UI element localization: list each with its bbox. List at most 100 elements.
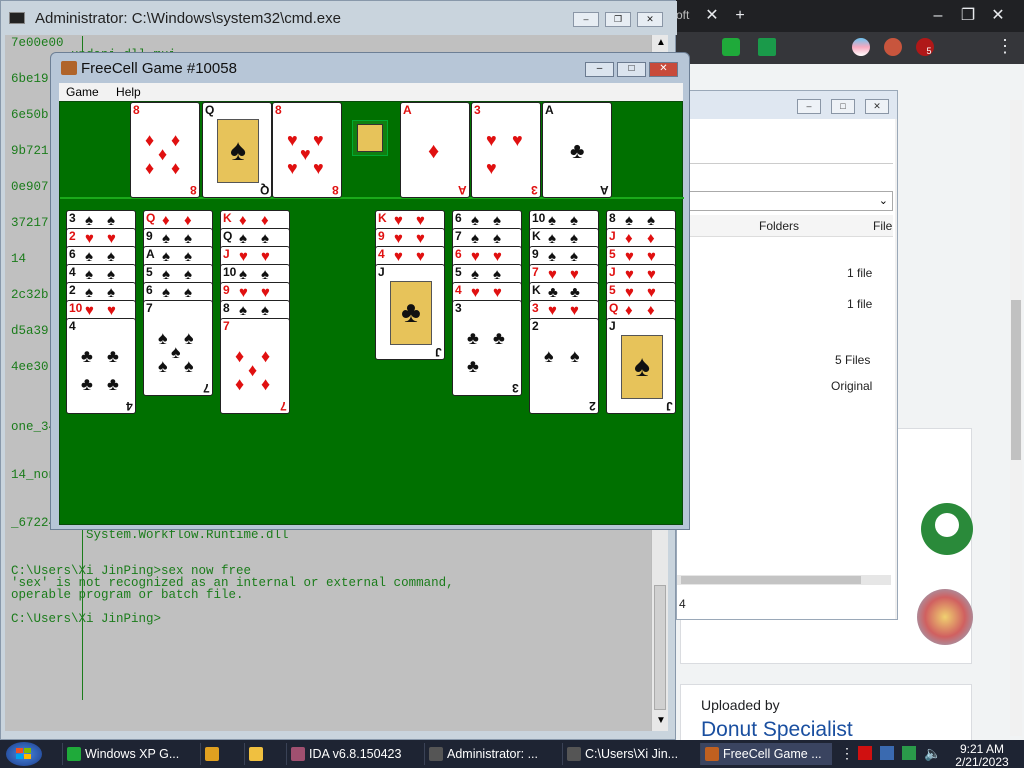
maximize-button[interactable]: ❐ — [605, 12, 631, 27]
foundation-card[interactable]: A A ♦ — [400, 102, 470, 198]
column-header: Folders File — [677, 215, 893, 237]
horizontal-scrollbar[interactable] — [677, 575, 891, 585]
taskbar-item[interactable] — [244, 743, 282, 765]
tab-title-fragment[interactable]: oft — [676, 8, 689, 22]
dialog-body: ⌄ Folders File 1 file 1 file 5 Files Ori… — [677, 119, 895, 619]
card-suit-icon: ♠ — [158, 356, 168, 376]
tableau-card[interactable]: J J ♣ — [375, 264, 445, 360]
minimize-button[interactable]: – — [585, 62, 614, 77]
minimize-button[interactable]: – — [797, 99, 821, 114]
clock-time: 9:21 AM — [959, 742, 1005, 756]
uploader-link[interactable]: Donut Specialist — [701, 718, 853, 742]
close-button[interactable]: ✕ — [865, 99, 889, 114]
tableau-card[interactable]: J J ♠ — [606, 318, 676, 414]
scroll-up-icon[interactable]: ▲ — [656, 37, 666, 48]
new-tab-icon[interactable]: + — [726, 6, 754, 26]
app-icon — [567, 747, 581, 761]
scroll-down-icon[interactable]: ▼ — [656, 715, 666, 726]
minimize-button[interactable]: – — [573, 12, 599, 27]
card-suit-icon: ♥ — [239, 248, 248, 265]
taskbar-item[interactable]: IDA v6.8.150423 — [286, 743, 418, 765]
logo-icon — [921, 503, 973, 555]
taskbar-item[interactable]: FreeCell Game ... — [700, 743, 832, 765]
card-suit-icon: ♦ — [625, 230, 633, 247]
card-suit-icon: ♠ — [493, 230, 501, 247]
close-icon[interactable]: ✕ — [984, 6, 1012, 26]
flag-icon[interactable] — [858, 746, 872, 760]
tray-icon[interactable] — [880, 746, 894, 760]
taskbar-item[interactable]: Administrator: ... — [424, 743, 556, 765]
list-item[interactable]: 1 file — [847, 266, 872, 280]
maximize-button[interactable]: □ — [617, 62, 646, 77]
card-rank: A — [403, 103, 412, 117]
card-suit-icon: ♠ — [570, 248, 578, 265]
tableau-card[interactable]: 7 7 ♦ ♦ ♦ ♦ ♦ — [220, 318, 290, 414]
extension-icon[interactable] — [722, 38, 740, 56]
volume-icon[interactable]: 🔈 — [924, 745, 941, 762]
card-suit-icon: ♠ — [570, 212, 578, 229]
menu-game[interactable]: Game — [59, 83, 106, 101]
tab-close-icon[interactable]: ✕ — [698, 6, 726, 26]
taskbar-item[interactable]: C:\Users\Xi Jin... — [562, 743, 694, 765]
king-face-icon[interactable] — [352, 120, 388, 156]
card-rank: 9 — [146, 229, 153, 243]
card-suit-icon: ♠ — [85, 212, 93, 229]
free-cell-card[interactable]: Q Q ♠ — [202, 102, 272, 198]
network-icon[interactable] — [902, 746, 916, 760]
free-cell-card[interactable]: 8 8 ♥ ♥ ♥ ♥ ♥ — [272, 102, 342, 198]
tableau-card[interactable]: 4 4 ♣ ♣ ♣ ♣ — [66, 318, 136, 414]
card-suit-icon: ♥ — [107, 230, 116, 247]
scroll-thumb[interactable] — [654, 585, 666, 710]
card-suit-icon: ♦ — [235, 346, 245, 366]
tableau-card[interactable]: 3 3 ♣ ♣ ♣ — [452, 300, 522, 396]
close-button[interactable]: ✕ — [649, 62, 678, 77]
card-rank: Q — [205, 103, 215, 117]
card-suit-icon: ♠ — [471, 230, 479, 247]
minimize-icon[interactable]: – — [924, 6, 952, 26]
free-cell-card[interactable]: 8 8 ♦ ♦ ♦ ♦ ♦ — [130, 102, 200, 198]
foundation-card[interactable]: 3 3 ♥ ♥ ♥ — [471, 102, 541, 198]
card-rank: 4 — [69, 265, 76, 279]
list-item[interactable]: Original — [831, 379, 872, 393]
shield-icon[interactable] — [758, 38, 776, 56]
overflow-icon[interactable]: ⋮ — [840, 745, 854, 762]
ublock-icon[interactable]: 5 — [916, 38, 934, 56]
browser-scrollbar[interactable] — [1010, 100, 1022, 736]
game-board[interactable]: 88♦♦♦♦♦QQ♠88♥♥♥♥♥AA♦33♥♥♥AA♣3♠♠32♥♥26♠♠6… — [59, 101, 684, 525]
console-line: 4ee30 — [11, 360, 49, 374]
foundation-card[interactable]: A A ♣ — [542, 102, 612, 198]
taskbar-item-label: Administrator: ... — [447, 747, 538, 761]
taskbar-item[interactable]: Windows XP G... — [62, 743, 194, 765]
card-rank: A — [545, 103, 554, 117]
card-suit-icon: ♠ — [647, 212, 655, 229]
menu-icon[interactable]: ⋮ — [996, 36, 1014, 57]
card-rank: 4 — [455, 283, 462, 297]
list-item[interactable]: 1 file — [847, 297, 872, 311]
tableau-card[interactable]: 7 7 ♠ ♠ ♠ ♠ ♠ — [143, 300, 213, 396]
close-button[interactable]: ✕ — [637, 12, 663, 27]
card-rank: J — [609, 229, 616, 243]
card-rank: 8 — [275, 103, 282, 117]
menu-bar: Game Help — [59, 83, 683, 101]
file-column[interactable]: File — [873, 219, 892, 233]
profile-flag-icon[interactable] — [852, 38, 870, 56]
list-item[interactable]: 5 Files — [835, 353, 870, 367]
avatar[interactable] — [884, 38, 902, 56]
taskbar-item[interactable] — [200, 743, 238, 765]
card-suit-icon: ♠ — [570, 346, 580, 366]
maximize-button[interactable]: □ — [831, 99, 855, 114]
taskbar-item-label: C:\Users\Xi Jin... — [585, 747, 679, 761]
menu-help[interactable]: Help — [109, 83, 148, 101]
path-dropdown[interactable]: ⌄ — [677, 191, 893, 211]
card-suit-icon: ♠ — [548, 248, 556, 265]
card-rank: 8 — [223, 301, 230, 315]
start-button[interactable] — [6, 742, 42, 766]
console-line: 0e907 — [11, 180, 49, 194]
card-rank: 6 — [146, 283, 153, 297]
system-clock[interactable]: 9:21 AM 2/21/2023 — [944, 741, 1020, 768]
card-suit-icon: ♥ — [625, 266, 634, 283]
tableau-card[interactable]: 2 2 ♠ ♠ — [529, 318, 599, 414]
maximize-icon[interactable]: ❐ — [954, 6, 982, 26]
cmd-icon — [9, 12, 25, 24]
folders-column[interactable]: Folders — [759, 219, 799, 233]
